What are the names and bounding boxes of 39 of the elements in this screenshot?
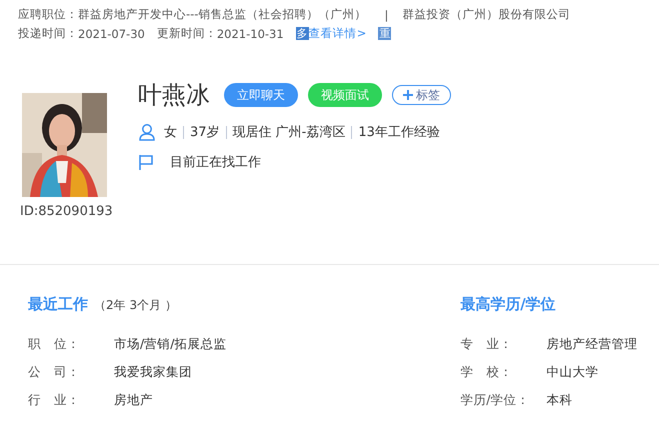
field-label: 公 司： — [28, 364, 81, 380]
sent-date: 2021-07-30 — [78, 26, 145, 40]
job-status: 目前正在找工作 — [170, 154, 261, 171]
profile-fact: 女 — [164, 124, 177, 141]
tag-button[interactable]: 标签 — [392, 85, 451, 105]
updated-label: 更新时间： — [156, 26, 217, 41]
company-name: 群益投资（广州）股份有限公司 — [402, 7, 570, 22]
field-label: 学 校： — [460, 364, 514, 380]
separator: | — [384, 8, 388, 22]
repeat-badge: 重 — [378, 27, 392, 40]
field-label: 行 业： — [28, 392, 81, 408]
work-duration: （2年 3个月 ） — [94, 297, 177, 314]
flag-icon — [138, 153, 156, 171]
candidate-id: ID:852090193 — [20, 204, 114, 219]
position-title: 群益房地产开发中心---销售总监（社会招聘）（广州） — [78, 7, 366, 22]
field-value: 房地产经营管理 — [546, 336, 638, 352]
field-value: 我爱我家集团 — [114, 364, 192, 380]
view-details-link[interactable]: 查看详情> — [308, 26, 366, 41]
field-label: 职 位： — [28, 336, 81, 352]
profile-fact: 13年工作经验 — [358, 124, 440, 141]
field-value: 本科 — [546, 392, 572, 408]
position-label: 应聘职位： — [18, 7, 78, 22]
chat-button[interactable]: 立即聊天 — [224, 83, 298, 107]
section-title: 最近工作 — [28, 295, 88, 314]
field-label: 专 业： — [460, 336, 514, 352]
sent-label: 投递时间： — [18, 26, 78, 41]
detail-badge: 多 — [296, 27, 309, 40]
plus-icon — [403, 90, 413, 100]
person-icon — [138, 123, 156, 141]
field-value: 中山大学 — [546, 364, 598, 380]
candidate-name: 叶燕冰 — [138, 80, 210, 111]
video-interview-button[interactable]: 视频面试 — [308, 83, 382, 107]
updated-date: 2021-10-31 — [216, 26, 284, 40]
profile-fact: 现居住 广州-荔湾区 — [232, 124, 346, 141]
section-title: 最高学历/学位 — [460, 295, 556, 314]
field-value: 房地产 — [114, 392, 153, 408]
field-label: 学历/学位： — [460, 392, 530, 408]
field-value: 市场/营销/拓展总监 — [114, 336, 226, 352]
profile-fact: 37岁 — [190, 124, 220, 141]
